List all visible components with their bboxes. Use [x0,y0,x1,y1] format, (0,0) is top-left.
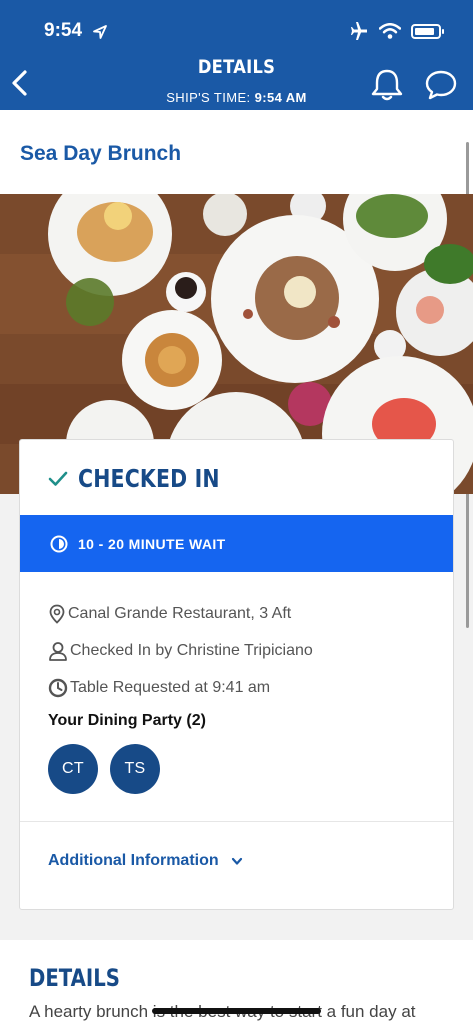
notifications-bell-icon[interactable] [369,68,405,102]
chat-icon[interactable] [424,68,458,102]
ships-time-value: 9:54 AM [254,90,307,105]
table-requested-row: Table Requested at 9:41 am [48,669,313,706]
ships-time-label: SHIP'S TIME: [166,90,251,105]
checked-in-by-text: Checked In by Christine Tripiciano [70,641,313,659]
home-indicator[interactable] [152,1008,321,1014]
event-title: Sea Day Brunch [20,142,182,165]
checkin-card: CHECKED IN 10 - 20 MINUTE WAIT Canal Gra… [19,439,454,910]
additional-information-label: Additional Information [48,852,219,869]
battery-icon [411,23,444,39]
additional-information-toggle[interactable]: Additional Information [48,852,243,870]
checkin-info-list: Canal Grande Restaurant, 3 Aft Checked I… [48,595,313,706]
location-arrow-icon [93,25,107,39]
wait-time-bar: 10 - 20 MINUTE WAIT [20,515,453,572]
wifi-icon [379,23,401,39]
divider [20,821,453,822]
person-icon [49,641,67,661]
location-row: Canal Grande Restaurant, 3 Aft [48,595,313,632]
checkmark-icon [48,471,68,486]
checked-in-by-row: Checked In by Christine Tripiciano [48,632,313,669]
details-heading: DETAILS [29,964,120,992]
map-pin-icon [49,604,65,624]
avatar[interactable]: TS [110,744,160,794]
wait-time-label: 10 - 20 MINUTE WAIT [78,535,226,552]
timer-icon [50,535,68,552]
dining-party-list: CT TS [48,744,160,794]
status-time: 9:54 [44,20,83,41]
location-text: Canal Grande Restaurant, 3 Aft [68,604,292,622]
checked-in-status: CHECKED IN [48,464,251,493]
clock-icon [48,678,68,697]
chevron-down-icon [231,857,242,865]
table-requested-text: Table Requested at 9:41 am [70,678,271,696]
app-header: 9:54 DETAILS SHIP'S TIME: 9:54 AM [0,0,473,110]
status-icons [349,22,444,40]
avatar[interactable]: CT [48,744,98,794]
airplane-icon [351,22,367,40]
dining-party-heading: Your Dining Party (2) [48,712,206,729]
event-title-band: Sea Day Brunch [0,110,473,194]
checked-in-label: CHECKED IN [78,464,220,493]
